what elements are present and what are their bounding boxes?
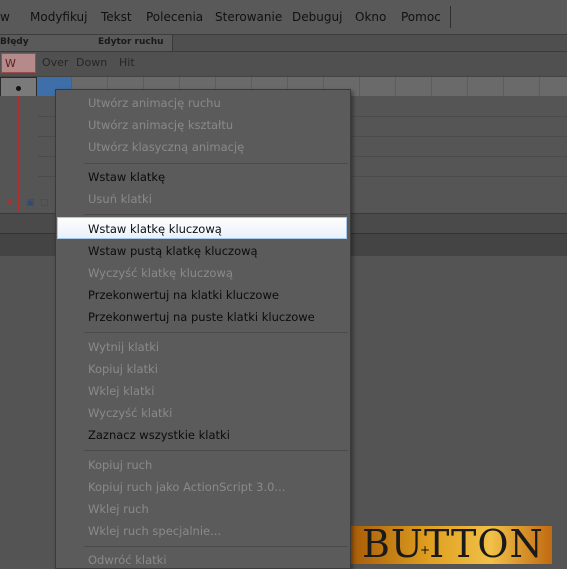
frame-empty[interactable]: [503, 77, 540, 97]
context-menu-separator: [84, 546, 348, 547]
timeline-playhead[interactable]: [18, 96, 19, 212]
menu-item-cut-frames: Wytnij klatki: [88, 340, 160, 354]
menu-item-convert-to-keyframes[interactable]: Przekonwertuj na klatki kluczowe: [88, 288, 279, 302]
frame-empty[interactable]: [539, 77, 567, 97]
menu-item-insert-frame[interactable]: Wstaw klatkę: [88, 170, 165, 184]
panel-tabs: Błędy kompilatora Edytor ruchu: [0, 35, 567, 62]
tab-compiler-errors[interactable]: Błędy kompilatora: [0, 35, 95, 62]
menu-item-create-shape-tween: Utwórz animację kształtu: [88, 118, 234, 132]
menu-item-select-all-frames[interactable]: Zaznacz wszystkie klatki: [88, 428, 230, 442]
frame-empty[interactable]: [467, 77, 504, 97]
frame-empty[interactable]: [431, 77, 468, 97]
menu-item-tekst[interactable]: Tekst: [101, 10, 132, 24]
keyframe-dot: [16, 86, 21, 91]
context-menu-separator: [84, 163, 348, 164]
context-menu-separator: [84, 450, 348, 451]
state-over-label[interactable]: Over: [42, 56, 68, 69]
menu-item-convert-to-blank-keyframes[interactable]: Przekonwertuj na puste klatki kluczowe: [88, 310, 315, 324]
menu-bar: w Modyfikuj Tekst Polecenia Sterowanie D…: [0, 0, 567, 35]
menu-item-insert-blank-keyframe[interactable]: Wstaw pustą klatkę kluczową: [88, 244, 258, 258]
menu-item-clear-keyframe: Wyczyść klatkę kluczową: [88, 266, 233, 280]
keyframe-up[interactable]: [0, 77, 37, 97]
menu-item-pomoc[interactable]: Pomoc: [401, 10, 441, 24]
menu-item-sterowanie[interactable]: Sterowanie: [215, 10, 282, 24]
menu-item-copy-motion-as-actionscript: Kopiuj ruch jako ActionScript 3.0...: [88, 480, 286, 494]
context-menu-separator: [84, 332, 348, 333]
state-hit-label[interactable]: Hit: [119, 56, 135, 69]
menu-item-widok[interactable]: w: [0, 10, 10, 24]
menu-item-copy-frames: Kopiuj klatki: [88, 362, 158, 376]
frame-context-menu: Utwórz animację ruchu Utwórz animację ks…: [55, 89, 351, 569]
menu-item-insert-keyframe[interactable]: Wstaw klatkę kluczową: [88, 222, 222, 236]
context-menu-separator: [84, 214, 348, 215]
menu-item-copy-motion: Kopiuj ruch: [88, 458, 153, 472]
menu-item-create-classic-tween: Utwórz klasyczną animację: [88, 140, 245, 154]
menu-item-modyfikuj[interactable]: Modyfikuj: [30, 10, 88, 24]
crosshair-cursor-icon: +: [420, 543, 431, 557]
frame-empty[interactable]: [395, 77, 432, 97]
onion-outline-icon[interactable]: ▢: [40, 198, 50, 208]
menu-bar-divider: [450, 6, 451, 28]
timeline-header: W g... Over Down Hit: [0, 52, 567, 90]
button-symbol-text: BUTTON: [362, 522, 544, 566]
tab-motion-editor[interactable]: Edytor ruchu: [94, 35, 173, 51]
menu-item-create-motion-tween: Utwórz animację ruchu: [88, 96, 221, 110]
menu-item-remove-frames: Usuń klatki: [88, 192, 152, 206]
menu-item-paste-motion-special: Wklej ruch specjalnie...: [88, 524, 222, 538]
menu-item-reverse-frames: Odwróć klatki: [88, 553, 167, 567]
menu-item-clear-frames: Wyczyść klatki: [88, 406, 173, 420]
state-up-label[interactable]: W g...: [1, 53, 36, 90]
onion-skin-icon[interactable]: ▣: [26, 198, 36, 208]
menu-item-polecenia[interactable]: Polecenia: [146, 10, 203, 24]
menu-item-paste-frames: Wklej klatki: [88, 384, 155, 398]
menu-item-debuguj[interactable]: Debuguj: [292, 10, 342, 24]
menu-item-paste-motion: Wklej ruch: [88, 502, 149, 516]
state-down-label[interactable]: Down: [76, 56, 107, 69]
playhead-marker-icon[interactable]: ♦: [6, 198, 16, 208]
frame-empty[interactable]: [359, 77, 396, 97]
menu-item-okno[interactable]: Okno: [355, 10, 386, 24]
